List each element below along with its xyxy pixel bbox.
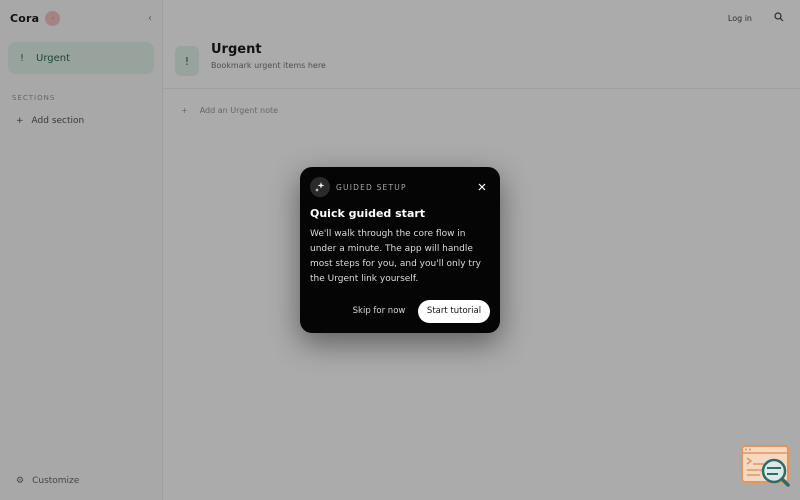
skip-button[interactable]: Skip for now xyxy=(346,302,412,320)
close-icon[interactable] xyxy=(474,179,490,195)
help-widget-icon[interactable] xyxy=(740,444,792,488)
dialog-eyebrow: GUIDED SETUP xyxy=(336,182,407,192)
dialog-title: Quick guided start xyxy=(310,207,426,220)
sparkles-icon xyxy=(310,177,330,197)
dialog-header: GUIDED SETUP xyxy=(310,177,490,197)
start-tutorial-button[interactable]: Start tutorial xyxy=(418,300,490,323)
dialog-body: We'll walk through the core flow in unde… xyxy=(310,229,481,284)
